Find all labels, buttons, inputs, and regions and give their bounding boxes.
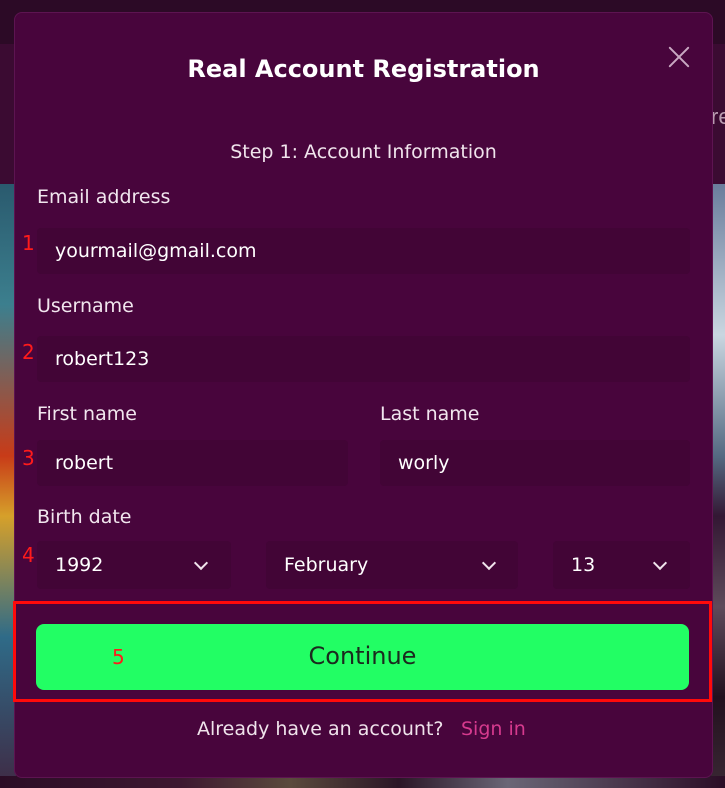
username-label: Username xyxy=(37,295,134,317)
birth-day-select[interactable]: 13 xyxy=(553,541,690,589)
birth-year-value: 1992 xyxy=(55,554,104,576)
close-icon[interactable] xyxy=(665,43,693,71)
step-title: Step 1: Account Information xyxy=(230,141,497,163)
email-field[interactable]: yourmail@gmail.com xyxy=(37,228,690,274)
birth-year-select[interactable]: 1992 xyxy=(37,541,231,589)
step-marker-1: 1 xyxy=(22,231,35,255)
step-marker-2: 2 xyxy=(22,340,35,364)
email-label: Email address xyxy=(37,186,171,208)
birth-month-select[interactable]: February xyxy=(266,541,518,589)
chevron-down-icon xyxy=(652,555,668,571)
chevron-down-icon xyxy=(481,555,497,571)
last-name-field[interactable]: worly xyxy=(380,440,690,486)
first-name-field[interactable]: robert xyxy=(37,440,348,486)
step-marker-3: 3 xyxy=(22,446,35,470)
sign-in-link[interactable]: Sign in xyxy=(461,718,526,740)
chevron-down-icon xyxy=(193,555,209,571)
username-field[interactable]: robert123 xyxy=(37,336,690,382)
step-marker-4: 4 xyxy=(22,543,35,567)
background-edge-text: re xyxy=(711,104,725,129)
background-game-tile-right xyxy=(711,184,725,788)
birth-month-value: February xyxy=(284,554,369,576)
modal-title: Real Account Registration xyxy=(187,55,540,83)
continue-button[interactable]: 5 Continue xyxy=(36,624,689,690)
last-name-label: Last name xyxy=(380,403,480,425)
birth-date-label: Birth date xyxy=(37,506,132,528)
first-name-label: First name xyxy=(37,403,137,425)
already-have-account-text: Already have an account? xyxy=(197,718,444,740)
continue-label: Continue xyxy=(308,642,417,670)
birth-day-value: 13 xyxy=(571,554,596,576)
